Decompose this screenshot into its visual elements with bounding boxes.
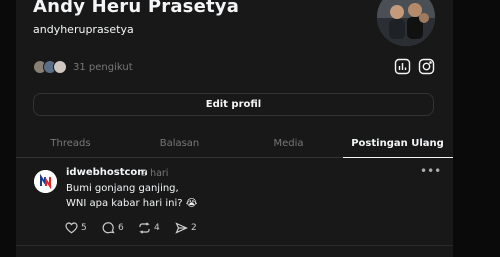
follower-avatar	[53, 60, 67, 74]
more-options-icon[interactable]: •••	[420, 164, 441, 178]
profile-handle: andyheruprasetya	[33, 23, 134, 36]
edit-profile-button[interactable]: Edit profil	[33, 93, 434, 116]
comment-button[interactable]: 6	[102, 221, 124, 235]
repost-icon	[139, 222, 150, 234]
repost-count: 4	[154, 223, 160, 233]
post-text-line: WNI apa kabar hari ini? 😭	[66, 198, 198, 209]
tab-media[interactable]: Media	[234, 128, 343, 158]
post-divider	[16, 245, 453, 246]
post-timestamp: 2 hari	[141, 168, 169, 179]
post-author-avatar[interactable]	[34, 170, 57, 193]
post-author-name[interactable]: idwebhostcom	[66, 167, 148, 178]
share-button[interactable]: 2	[175, 221, 197, 235]
heart-icon	[65, 222, 78, 234]
post-text-line: Bumi gonjang ganjing,	[66, 183, 179, 194]
bar-chart-icon[interactable]	[394, 58, 411, 75]
active-tab-indicator	[343, 157, 453, 158]
tab-balasan[interactable]: Balasan	[125, 128, 234, 158]
profile-tabs: Threads Balasan Media Postingan Ulang	[16, 128, 453, 158]
comment-icon	[102, 222, 115, 234]
share-count: 2	[191, 223, 197, 233]
instagram-icon[interactable]	[418, 58, 435, 75]
like-button[interactable]: 5	[65, 221, 87, 235]
comment-count: 6	[118, 223, 124, 233]
repost-button[interactable]: 4	[138, 221, 160, 235]
tab-threads[interactable]: Threads	[16, 128, 125, 158]
like-count: 5	[81, 223, 87, 233]
profile-name: Andy Heru Prasetya	[33, 0, 240, 17]
send-icon	[175, 222, 188, 234]
followers-row[interactable]: 31 pengikut	[33, 60, 133, 74]
followers-count: 31 pengikut	[73, 61, 133, 73]
tab-postingan-ulang[interactable]: Postingan Ulang	[343, 128, 452, 158]
